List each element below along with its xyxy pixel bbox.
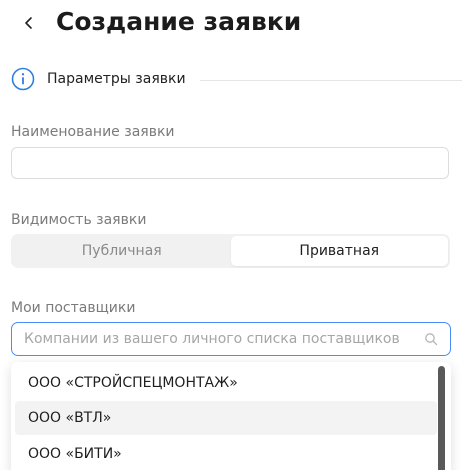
supplier-option[interactable]: ООО «ВТЛ» <box>15 401 437 435</box>
suppliers-field-label: Мои поставщики <box>11 300 136 316</box>
supplier-option[interactable]: ООО «СТРОЙСПЕЦМОНТАЖ» <box>15 366 437 400</box>
supplier-option[interactable]: ООО «БИТИ» <box>15 437 437 470</box>
search-icon <box>425 333 438 346</box>
info-icon <box>11 67 35 91</box>
section-title: Параметры заявки <box>47 71 186 87</box>
visibility-segmented-control: Публичная Приватная <box>11 234 450 268</box>
suppliers-search-input[interactable] <box>12 324 416 354</box>
section-divider <box>199 79 462 81</box>
suppliers-search-field <box>11 322 451 356</box>
visibility-public-option[interactable]: Публичная <box>13 236 231 266</box>
dropdown-scrollbar[interactable] <box>438 366 445 470</box>
chevron-left-icon <box>25 17 32 29</box>
name-field-label: Наименование заявки <box>11 124 175 140</box>
request-name-input[interactable] <box>11 147 449 179</box>
visibility-field-label: Видимость заявки <box>11 212 147 228</box>
create-request-page: Создание заявки Параметры заявки Наимено… <box>0 0 462 470</box>
header: Создание заявки <box>0 0 462 48</box>
page-title: Создание заявки <box>56 7 302 36</box>
suppliers-dropdown: ООО «СТРОЙСПЕЦМОНТАЖ» ООО «ВТЛ» ООО «БИТ… <box>11 362 451 470</box>
section-header: Параметры заявки <box>11 66 462 92</box>
visibility-private-option[interactable]: Приватная <box>230 236 448 266</box>
back-button[interactable] <box>14 8 44 38</box>
